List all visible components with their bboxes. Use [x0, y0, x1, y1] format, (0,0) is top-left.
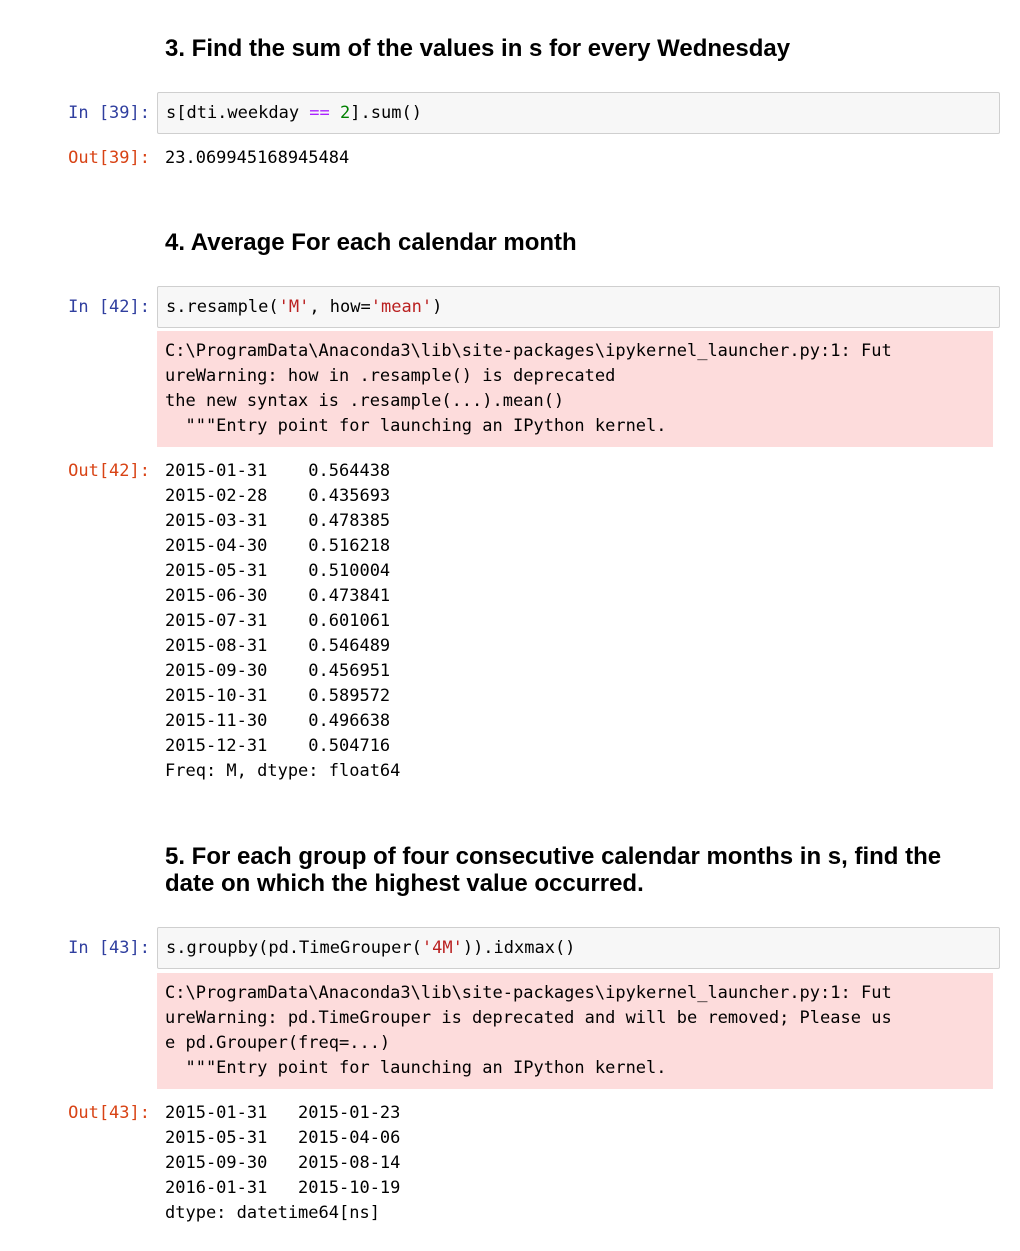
- code-part: s.resample(: [166, 297, 279, 317]
- out-prompt-42: Out[42]:: [68, 461, 150, 481]
- stderr-warning-43: C:\ProgramData\Anaconda3\lib\site-packag…: [157, 973, 993, 1089]
- out-prompt-39: Out[39]:: [68, 148, 150, 168]
- stderr-warning-42: C:\ProgramData\Anaconda3\lib\site-packag…: [157, 331, 993, 447]
- code-string: '4M': [421, 938, 463, 958]
- code-part: [330, 103, 340, 123]
- output-39: 23.069945168945484: [165, 148, 350, 168]
- output-43: 2015-01-31 2015-01-23 2015-05-31 2015-04…: [165, 1103, 401, 1223]
- code-text[interactable]: s.resample('M', how='mean'): [166, 295, 442, 320]
- output-42: 2015-01-31 0.564438 2015-02-28 0.435693 …: [165, 461, 401, 781]
- code-string: 'M': [278, 297, 310, 317]
- code-cell-39[interactable]: s[dti.weekday == 2].sum(): [157, 92, 1000, 134]
- code-cell-42[interactable]: s.resample('M', how='mean'): [157, 286, 1000, 328]
- code-cell-43[interactable]: s.groupby(pd.TimeGrouper('4M')).idxmax(): [157, 927, 1000, 969]
- code-text[interactable]: s[dti.weekday == 2].sum(): [166, 101, 422, 126]
- in-prompt-43: In [43]:: [68, 938, 150, 958]
- heading-wednesday-sum: 3. Find the sum of the values in s for e…: [165, 35, 791, 62]
- heading-monthly-average: 4. Average For each calendar month: [165, 229, 577, 256]
- code-part: s[dti.weekday: [166, 103, 310, 123]
- code-part: s.groupby(pd.TimeGrouper(: [166, 938, 422, 958]
- code-string: 'mean': [370, 297, 433, 317]
- code-text[interactable]: s.groupby(pd.TimeGrouper('4M')).idxmax(): [166, 936, 575, 961]
- out-prompt-43: Out[43]:: [68, 1103, 150, 1123]
- code-part: , how=: [309, 297, 371, 317]
- code-part: ): [432, 297, 443, 317]
- code-part: ].sum(): [350, 103, 422, 123]
- heading-four-month-idxmax: 5. For each group of four consecutive ca…: [165, 843, 942, 897]
- code-number: 2: [340, 103, 351, 123]
- in-prompt-39: In [39]:: [68, 103, 150, 123]
- in-prompt-42: In [42]:: [68, 297, 150, 317]
- code-part: )).idxmax(): [462, 938, 576, 958]
- code-operator: ==: [309, 103, 330, 123]
